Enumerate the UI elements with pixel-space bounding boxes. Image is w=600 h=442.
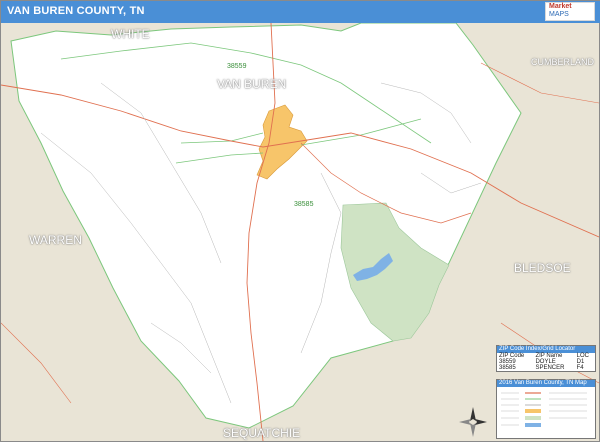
loc-cell: F4 [576,365,584,371]
county-label-cumberland: CUMBERLAND [531,57,595,67]
publisher-logo: Market MAPS [545,2,595,21]
county-label-sequatchie: SEQUATCHIE [223,426,301,440]
map-legend-symbols [501,392,587,427]
zip-index-header: ZIP Code Index/Grid Locator [497,346,595,353]
logo-line-1: Market [549,3,572,10]
county-label-warren: WARREN [29,233,82,247]
zip-label-38559: 38559 [227,63,247,70]
table-row: 38585 SPENCER F4 [497,365,595,371]
zip-label-38585: 38585 [294,201,314,208]
title-bar: VAN BUREN COUNTY, TN Market MAPS [1,1,600,23]
zip-name-cell: SPENCER [535,365,565,371]
map-frame: VAN BUREN COUNTY, TN Market MAPS WHITE C… [0,0,600,442]
logo-line-2: MAPS [549,11,569,18]
map-legend: 2016 Van Buren County, TN Map [496,379,596,439]
zip-code-cell: 38585 [499,365,516,371]
county-label-white: WHITE [111,27,150,41]
map-legend-header: 2016 Van Buren County, TN Map [497,380,595,387]
county-label-van-buren: VAN BUREN [217,77,287,91]
legend-water-symbol [525,423,541,427]
legend-city-symbol [525,409,541,413]
county-label-bledsoe: BLEDSOE [514,261,571,275]
compass-rose-icon [459,407,487,437]
zip-index-legend: ZIP Code Index/Grid Locator ZIP Code ZIP… [496,345,596,372]
map-title: VAN BUREN COUNTY, TN [7,5,145,17]
legend-park-symbol [525,416,541,420]
zip-index-table: ZIP Code ZIP Name LOC 38559 DOYLE D1 385… [497,353,595,371]
